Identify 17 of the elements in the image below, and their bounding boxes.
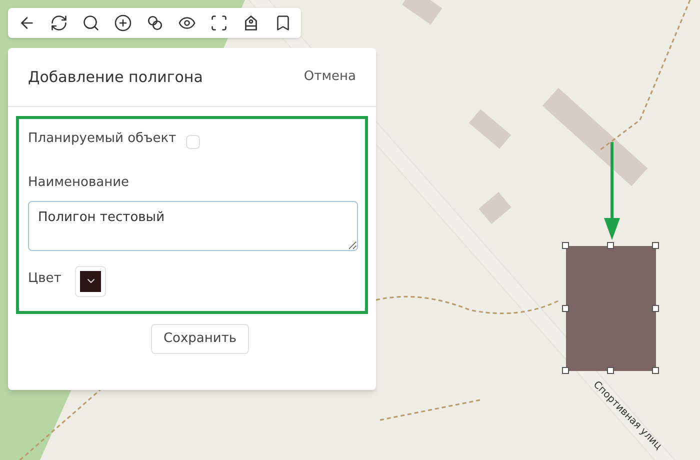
resize-handle[interactable] xyxy=(652,367,659,374)
resize-handle[interactable] xyxy=(562,242,569,249)
resize-handle[interactable] xyxy=(607,242,614,249)
resize-handle[interactable] xyxy=(562,367,569,374)
resize-handle[interactable] xyxy=(652,242,659,249)
panel-title: Добавление полигона xyxy=(28,66,203,88)
name-label: Наименование xyxy=(28,174,130,192)
resize-handle[interactable] xyxy=(652,304,659,312)
name-input-field[interactable]: Полигон тестовый xyxy=(28,200,358,250)
color-picker[interactable] xyxy=(75,266,106,296)
checkbox-label: Планируемый объект xyxy=(28,130,176,148)
resize-handle[interactable] xyxy=(607,367,614,374)
cancel-link[interactable]: Отмена xyxy=(304,67,356,87)
planned-checkbox[interactable] xyxy=(186,135,200,149)
save-button[interactable]: Сохранить xyxy=(151,324,249,354)
color-label: Цвет xyxy=(28,270,62,288)
resize-handle[interactable] xyxy=(562,304,569,312)
